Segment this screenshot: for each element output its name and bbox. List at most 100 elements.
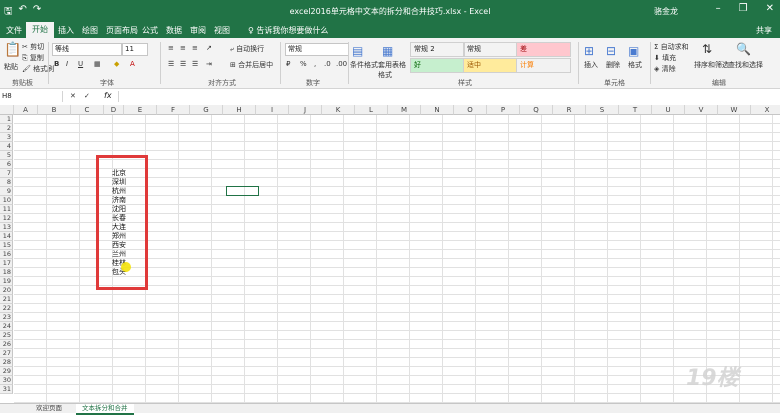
row-header-21[interactable]: 21 xyxy=(0,295,13,304)
fill-color-icon[interactable]: ◆ xyxy=(114,60,119,68)
style-normal-2[interactable]: 常规 2 xyxy=(410,42,465,57)
tab-draw[interactable]: 绘图 xyxy=(82,25,98,36)
bold-button[interactable]: B xyxy=(54,60,59,68)
row-header-3[interactable]: 3 xyxy=(0,133,13,142)
column-header-r[interactable]: R xyxy=(553,105,586,115)
align-top-icon[interactable]: ≡ xyxy=(168,44,174,52)
align-right-icon[interactable]: ☰ xyxy=(192,60,198,68)
currency-icon[interactable]: ₽ xyxy=(286,60,290,68)
row-header-15[interactable]: 15 xyxy=(0,241,13,250)
share-button[interactable]: 共享 xyxy=(756,25,772,36)
row-header-6[interactable]: 6 xyxy=(0,160,13,169)
column-header-d[interactable]: D xyxy=(104,105,124,115)
format-as-table-button[interactable]: 套用表格格式 xyxy=(378,60,408,80)
row-header-5[interactable]: 5 xyxy=(0,151,13,160)
column-header-q[interactable]: Q xyxy=(520,105,553,115)
column-header-a[interactable]: A xyxy=(14,105,38,115)
column-header-x[interactable]: X xyxy=(751,105,780,115)
style-normal[interactable]: 常规 xyxy=(463,42,518,57)
column-header-n[interactable]: N xyxy=(421,105,454,115)
format-cells-button[interactable]: 格式 xyxy=(628,60,642,70)
tab-review[interactable]: 审阅 xyxy=(190,25,206,36)
style-neutral[interactable]: 适中 xyxy=(463,58,518,73)
border-icon[interactable]: ▦ xyxy=(94,60,101,68)
font-size-select[interactable]: 11 xyxy=(122,43,148,56)
comma-icon[interactable]: , xyxy=(314,60,316,68)
column-header-t[interactable]: T xyxy=(619,105,652,115)
row-header-27[interactable]: 27 xyxy=(0,349,13,358)
cancel-icon[interactable]: ✕ xyxy=(70,92,76,100)
clear-button[interactable]: ◈ 清除 xyxy=(654,64,676,74)
column-header-l[interactable]: L xyxy=(355,105,388,115)
row-header-19[interactable]: 19 xyxy=(0,277,13,286)
column-header-i[interactable]: I xyxy=(256,105,289,115)
column-header-c[interactable]: C xyxy=(71,105,104,115)
column-header-h[interactable]: H xyxy=(223,105,256,115)
column-header-w[interactable]: W xyxy=(718,105,751,115)
name-box[interactable]: H8 xyxy=(2,91,63,102)
italic-button[interactable]: I xyxy=(66,60,68,68)
align-center-icon[interactable]: ☰ xyxy=(180,60,186,68)
row-header-17[interactable]: 17 xyxy=(0,259,13,268)
row-header-16[interactable]: 16 xyxy=(0,250,13,259)
decrease-decimal-icon[interactable]: .00 xyxy=(336,60,347,68)
column-header-m[interactable]: M xyxy=(388,105,421,115)
row-header-4[interactable]: 4 xyxy=(0,142,13,151)
tab-file[interactable]: 文件 xyxy=(6,25,22,36)
percent-icon[interactable]: % xyxy=(300,60,307,68)
tab-formulas[interactable]: 公式 xyxy=(142,25,158,36)
row-header-2[interactable]: 2 xyxy=(0,124,13,133)
column-header-p[interactable]: P xyxy=(487,105,520,115)
row-header-18[interactable]: 18 xyxy=(0,268,13,277)
column-header-g[interactable]: G xyxy=(190,105,223,115)
column-header-u[interactable]: U xyxy=(652,105,685,115)
paste-button[interactable]: 粘贴 xyxy=(4,62,18,72)
row-header-14[interactable]: 14 xyxy=(0,232,13,241)
merge-center-button[interactable]: ⊞ 合并后居中 xyxy=(230,60,273,70)
autosum-button[interactable]: Σ 自动求和 xyxy=(654,42,689,52)
style-bad[interactable]: 差 xyxy=(516,42,571,57)
row-header-23[interactable]: 23 xyxy=(0,313,13,322)
minimize-icon[interactable]: – xyxy=(716,3,721,14)
style-good[interactable]: 好 xyxy=(410,58,465,73)
font-color-icon[interactable]: A xyxy=(130,60,135,68)
indent-icon[interactable]: ⇥ xyxy=(206,60,212,68)
row-header-26[interactable]: 26 xyxy=(0,340,13,349)
row-header-25[interactable]: 25 xyxy=(0,331,13,340)
row-header-24[interactable]: 24 xyxy=(0,322,13,331)
column-header-b[interactable]: B xyxy=(38,105,71,115)
row-header-7[interactable]: 7 xyxy=(0,169,13,178)
row-header-31[interactable]: 31 xyxy=(0,385,13,394)
row-header-22[interactable]: 22 xyxy=(0,304,13,313)
close-icon[interactable]: ✕ xyxy=(766,3,774,14)
column-header-o[interactable]: O xyxy=(454,105,487,115)
orientation-icon[interactable]: ↗ xyxy=(206,44,212,52)
tab-page-layout[interactable]: 页面布局 xyxy=(106,25,138,36)
row-header-20[interactable]: 20 xyxy=(0,286,13,295)
delete-cells-button[interactable]: 删除 xyxy=(606,60,620,70)
tab-view[interactable]: 视图 xyxy=(214,25,230,36)
underline-button[interactable]: U xyxy=(78,60,83,68)
column-header-j[interactable]: J xyxy=(289,105,322,115)
row-header-28[interactable]: 28 xyxy=(0,358,13,367)
column-header-k[interactable]: K xyxy=(322,105,355,115)
row-header-10[interactable]: 10 xyxy=(0,196,13,205)
formula-input[interactable] xyxy=(118,91,769,102)
conditional-format-button[interactable]: 条件格式 xyxy=(350,60,378,70)
number-format-select[interactable]: 常规 xyxy=(285,43,349,56)
row-header-13[interactable]: 13 xyxy=(0,223,13,232)
tell-me-box[interactable]: ♀ 告诉我你想要做什么 xyxy=(248,25,328,36)
cut-button[interactable]: ✂ 剪切 xyxy=(22,42,44,52)
row-header-1[interactable]: 1 xyxy=(0,115,13,124)
insert-cells-button[interactable]: 插入 xyxy=(584,60,598,70)
selected-cell-h8[interactable] xyxy=(226,186,259,196)
paste-icon[interactable]: 📋 xyxy=(4,42,21,58)
row-header-29[interactable]: 29 xyxy=(0,367,13,376)
row-header-9[interactable]: 9 xyxy=(0,187,13,196)
tab-home[interactable]: 开始 xyxy=(26,22,54,38)
restore-icon[interactable]: ❐ xyxy=(739,3,748,14)
column-header-e[interactable]: E xyxy=(124,105,157,115)
enter-icon[interactable]: ✓ xyxy=(84,92,90,100)
row-header-11[interactable]: 11 xyxy=(0,205,13,214)
column-header-s[interactable]: S xyxy=(586,105,619,115)
